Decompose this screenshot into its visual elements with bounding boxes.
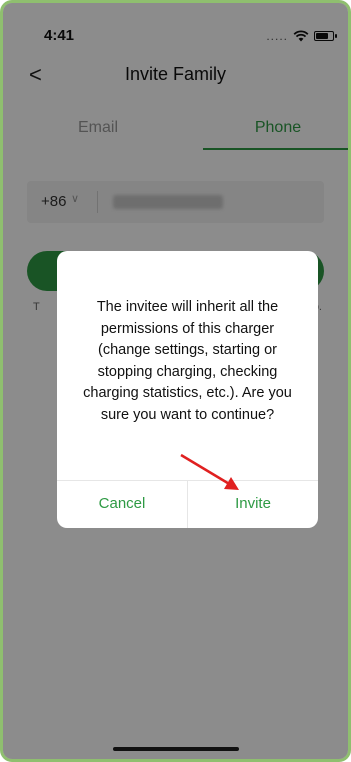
app-screen: 4:41 ..... < Invite Family Email Phone +…: [0, 0, 351, 762]
cancel-button[interactable]: Cancel: [57, 480, 187, 528]
confirm-dialog: The invitee will inherit all the permiss…: [57, 251, 318, 528]
invite-button[interactable]: Invite: [188, 480, 318, 528]
home-indicator[interactable]: [112, 747, 239, 751]
dialog-message: The invitee will inherit all the permiss…: [83, 299, 292, 423]
